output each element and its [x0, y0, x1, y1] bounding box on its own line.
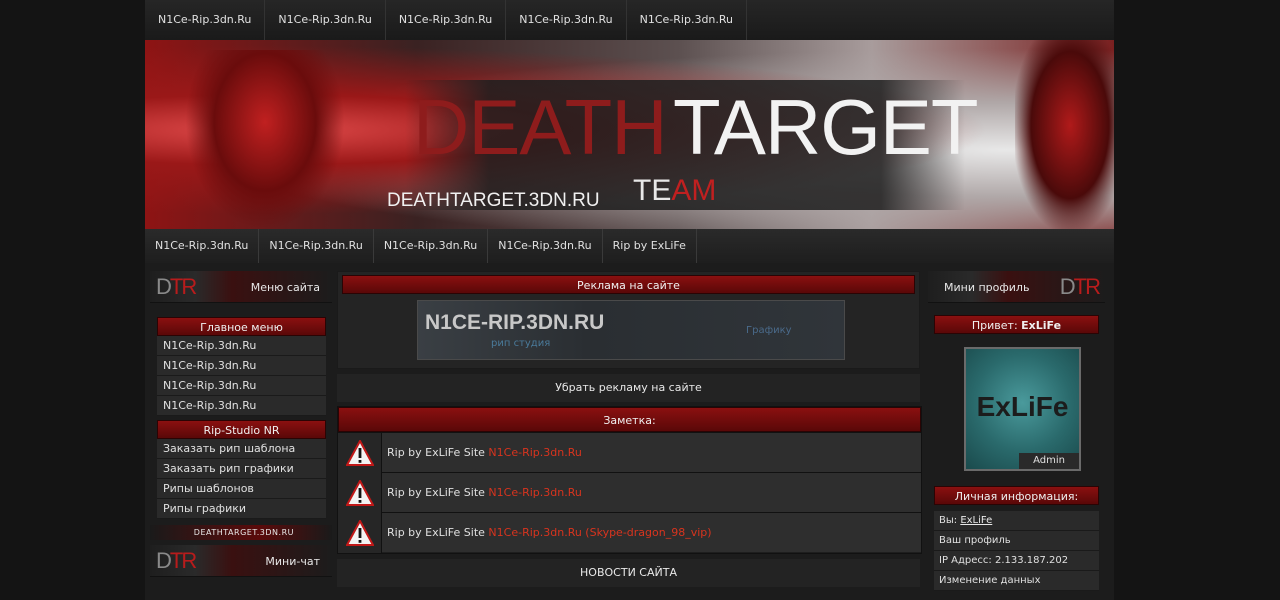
sub-nav-item[interactable]: N1Ce-Rip.3dn.Ru [259, 229, 374, 263]
main-menu-item[interactable]: N1Ce-Rip.3dn.Ru [157, 356, 326, 376]
info-edit-data[interactable]: Изменение данных [934, 571, 1099, 591]
main-menu-block: Главное меню N1Ce-Rip.3dn.Ru N1Ce-Rip.3d… [150, 303, 332, 519]
mini-profile-header: DTR Мини профиль [928, 271, 1105, 303]
mini-profile-title: Мини профиль [944, 281, 1030, 294]
note-row: Rip by ExLiFe Site N1Ce-Rip.3dn.Ru (Skyp… [338, 512, 921, 553]
ad-banner[interactable]: N1CE-RIP.3DN.RU рип студия Графику [417, 300, 845, 360]
studio-menu-item[interactable]: Заказать рип шаблона [157, 439, 326, 459]
top-nav: N1Ce-Rip.3dn.Ru N1Ce-Rip.3dn.Ru N1Ce-Rip… [145, 0, 1114, 40]
ad-block: Реклама на сайте N1CE-RIP.3DN.RU рип сту… [337, 271, 920, 369]
studio-menu-title: Rip-Studio NR [157, 420, 326, 439]
logo-part-a: D [156, 274, 172, 299]
top-nav-item[interactable]: N1Ce-Rip.3dn.Ru [265, 0, 386, 40]
logo-part-b: TR [169, 548, 197, 573]
note-row: Rip by ExLiFe Site N1Ce-Rip.3dn.Ru [338, 472, 921, 513]
ad-logo-text: N1CE-RIP.3DN.RU [425, 311, 605, 334]
main-menu-item[interactable]: N1Ce-Rip.3dn.Ru [157, 336, 326, 356]
personal-info-title: Личная информация: [934, 486, 1099, 505]
header-banner: DEATH TARGET DEATHTARGET.3DN.RU TEAM [145, 40, 1114, 229]
avatar[interactable]: ExLiFe Admin [964, 347, 1081, 471]
warning-icon [338, 473, 382, 513]
note-label: Rip by ExLiFe Site [387, 446, 489, 459]
soldier-right-image [1015, 40, 1114, 229]
mini-chat-title: Мини-чат [265, 555, 320, 568]
banner-word-death: DEATH [413, 83, 668, 171]
info-profile-link[interactable]: Ваш профиль [934, 531, 1099, 551]
note-label: Rip by ExLiFe Site [387, 486, 489, 499]
mini-chat-header: DTR Мини-чат [150, 545, 332, 577]
notes-title: Заметка: [338, 407, 921, 432]
greeting-block: Привет: ExLiFe [928, 303, 1105, 334]
info-ip: IP Адресс: 2.133.187.202 [934, 551, 1099, 571]
note-text: Rip by ExLiFe Site N1Ce-Rip.3dn.Ru (Skyp… [382, 513, 921, 552]
top-nav-item[interactable]: N1Ce-Rip.3dn.Ru [627, 0, 748, 40]
logo-part-a: D [1059, 274, 1076, 299]
site-menu-header: DTR Меню сайта [150, 271, 332, 303]
ad-sub-text: рип студия [491, 338, 551, 349]
main-menu-list: N1Ce-Rip.3dn.Ru N1Ce-Rip.3dn.Ru N1Ce-Rip… [157, 336, 326, 416]
info-you: Вы: ExLiFe [934, 511, 1099, 531]
main-menu-item[interactable]: N1Ce-Rip.3dn.Ru [157, 396, 326, 416]
sub-nav: N1Ce-Rip.3dn.Ru N1Ce-Rip.3dn.Ru N1Ce-Rip… [145, 229, 1114, 263]
left-sidebar: DTR Меню сайта Главное меню N1Ce-Rip.3dn… [150, 271, 332, 577]
dtr-logo: DTR [156, 274, 197, 299]
note-link[interactable]: N1Ce-Rip.3dn.Ru (Skype-dragon_98_vip) [488, 526, 711, 539]
greeting-username: ExLiFe [1021, 319, 1062, 332]
banner-team-prefix: TE [633, 174, 672, 207]
note-text: Rip by ExLiFe Site N1Ce-Rip.3dn.Ru [382, 473, 921, 512]
studio-menu-item[interactable]: Рипы графики [157, 499, 326, 519]
site-menu-title: Меню сайта [250, 281, 320, 294]
main-menu-title: Главное меню [157, 317, 326, 336]
logo-part-a: D [156, 548, 172, 573]
right-sidebar: DTR Мини профиль Привет: ExLiFe [928, 271, 1105, 334]
sub-nav-item[interactable]: N1Ce-Rip.3dn.Ru [488, 229, 603, 263]
dtr-logo: DTR [156, 548, 197, 573]
main-menu-item[interactable]: N1Ce-Rip.3dn.Ru [157, 376, 326, 396]
note-link[interactable]: N1Ce-Rip.3dn.Ru [488, 486, 581, 499]
warning-icon [338, 433, 382, 473]
studio-menu-item[interactable]: Заказать рип графики [157, 459, 326, 479]
logo-part-b: TR [169, 274, 197, 299]
greeting-bar: Привет: ExLiFe [934, 315, 1099, 334]
note-label: Rip by ExLiFe Site [387, 526, 489, 539]
logo-part-b: TR [1073, 274, 1101, 299]
top-nav-item[interactable]: N1Ce-Rip.3dn.Ru [386, 0, 507, 40]
note-text: Rip by ExLiFe Site N1Ce-Rip.3dn.Ru [382, 433, 921, 472]
personal-info-block: Личная информация: Вы: ExLiFe Ваш профил… [934, 486, 1099, 591]
notes-block: Заметка: Rip by ExLiFe Site N1Ce-Rip.3dn… [337, 406, 922, 554]
banner-url: DEATHTARGET.3DN.RU [387, 190, 600, 211]
warning-icon [338, 513, 382, 553]
sub-nav-item[interactable]: N1Ce-Rip.3dn.Ru [145, 229, 260, 263]
studio-menu-list: Заказать рип шаблона Заказать рип график… [157, 439, 326, 519]
sub-nav-item[interactable]: Rip by ExLiFe [603, 229, 697, 263]
avatar-role: Admin [1019, 453, 1079, 469]
note-link[interactable]: N1Ce-Rip.3dn.Ru [488, 446, 581, 459]
banner-team: TEAM [633, 176, 716, 206]
info-username-link[interactable]: ExLiFe [960, 515, 992, 526]
note-row: Rip by ExLiFe Site N1Ce-Rip.3dn.Ru [338, 432, 921, 473]
avatar-name: ExLiFe [976, 391, 1069, 422]
greeting-label: Привет: [971, 319, 1022, 332]
banner-team-suffix: AM [671, 174, 717, 207]
personal-info-list: Вы: ExLiFe Ваш профиль IP Адресс: 2.133.… [934, 511, 1099, 591]
studio-menu-item[interactable]: Рипы шаблонов [157, 479, 326, 499]
page: N1Ce-Rip.3dn.Ru N1Ce-Rip.3dn.Ru N1Ce-Rip… [145, 0, 1114, 600]
top-nav-item[interactable]: N1Ce-Rip.3dn.Ru [145, 0, 266, 40]
remove-ad-link[interactable]: Убрать рекламу на сайте [337, 374, 920, 402]
ad-right-text: Графику [746, 325, 792, 336]
info-you-label: Вы: [939, 515, 961, 526]
news-title: НОВОСТИ САЙТА [337, 559, 920, 587]
site-strip: DEATHTARGET.3DN.RU [150, 525, 332, 540]
dtr-logo: DTR [1059, 274, 1101, 299]
ad-title: Реклама на сайте [342, 275, 915, 294]
soldier-left-image [185, 50, 345, 229]
top-nav-item[interactable]: N1Ce-Rip.3dn.Ru [506, 0, 627, 40]
sub-nav-item[interactable]: N1Ce-Rip.3dn.Ru [374, 229, 489, 263]
banner-word-target: TARGET [673, 83, 979, 171]
